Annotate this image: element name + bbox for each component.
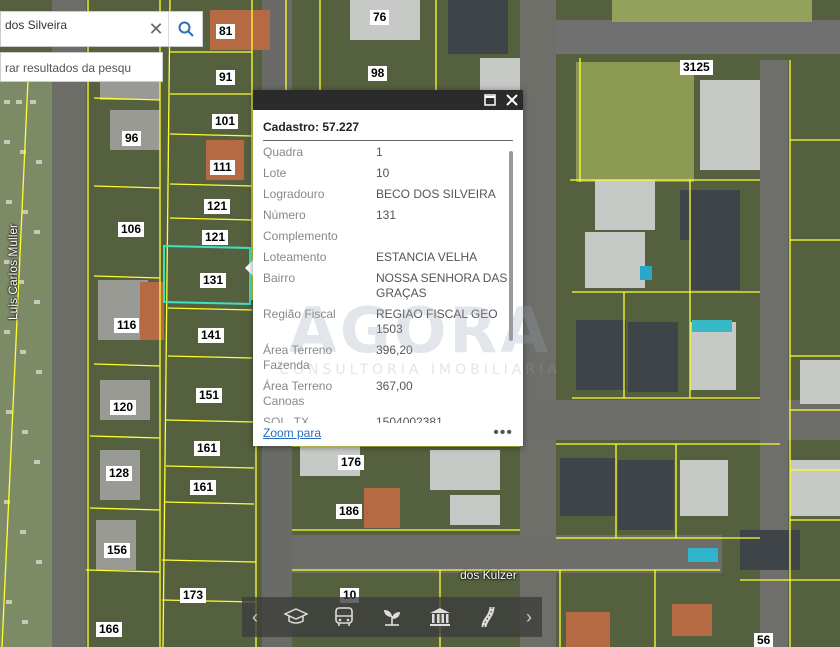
attribute-key: Número [263, 208, 306, 222]
zoom-to-link[interactable]: Zoom para [263, 426, 321, 440]
lot-label: 56 [754, 633, 774, 647]
road-icon[interactable] [474, 603, 502, 631]
more-options-icon[interactable]: ••• [493, 424, 513, 442]
attribute-value: REGIAO FISCAL GEO 1503 [376, 307, 498, 336]
attribute-key: Quadra [263, 145, 304, 159]
lot-label: 186 [336, 504, 363, 519]
lot-label: 161 [194, 441, 221, 456]
attribute-value: ESTANCIA VELHA [376, 250, 478, 264]
attribute-row: Lote 10 [263, 166, 513, 181]
plant-icon[interactable] [378, 603, 406, 631]
attribute-value: 131 [376, 208, 397, 222]
maximize-icon[interactable] [483, 93, 497, 107]
search-icon [178, 21, 194, 37]
lot-label: 156 [104, 543, 131, 558]
lot-label: 3125 [680, 60, 713, 75]
layer-toolbar: ‹ › [242, 597, 542, 637]
scrollbar-thumb[interactable] [509, 151, 513, 341]
search-input[interactable]: dos Silveira [1, 18, 144, 32]
attribute-key: Complemento [263, 229, 338, 243]
attribute-row: Área Terreno Canoas 367,00 [263, 379, 513, 409]
popup-footer: Zoom para ••• [263, 424, 513, 442]
lot-label: 121 [202, 230, 229, 245]
lot-label: 141 [198, 328, 225, 343]
toolbar-next-arrow[interactable]: › [522, 607, 536, 628]
attribute-value [376, 229, 513, 244]
attribute-value: 10 [376, 166, 390, 180]
lot-label: 131 [200, 273, 227, 288]
lot-label: 120 [110, 400, 137, 415]
search-box: dos Silveira ✕ [0, 11, 203, 47]
museum-icon[interactable] [426, 603, 454, 631]
lot-label: 116 [114, 318, 140, 333]
attribute-key: Lote [263, 166, 287, 180]
lot-label: 111 [210, 160, 235, 175]
street-label: dos Kulzer [460, 568, 517, 582]
toolbar-prev-arrow[interactable]: ‹ [248, 607, 262, 628]
attribute-row: Bairro NOSSA SENHORA DAS GRAÇAS [263, 271, 513, 301]
attribute-key: Logradouro [263, 187, 325, 201]
attribute-key: Bairro [263, 271, 296, 285]
attribute-row: Loteamento ESTANCIA VELHA [263, 250, 513, 265]
search-suggestion[interactable]: rar resultados da pesqu [0, 52, 163, 82]
lot-label: 128 [106, 466, 133, 481]
lot-label: 76 [370, 10, 390, 25]
popup-attributes: Quadra 1 Lote 10 Logradouro BECO DOS SILVEI… [263, 145, 513, 423]
attribute-row: Quadra 1 [263, 145, 513, 160]
attribute-value: BECO DOS SILVEIRA [376, 187, 496, 201]
lot-label: 151 [196, 388, 223, 403]
graduation-cap-icon[interactable] [282, 603, 310, 631]
lot-label: 98 [368, 66, 388, 81]
popup-title: Cadastro: 57.227 [263, 120, 513, 141]
lot-label: 106 [118, 222, 145, 237]
lot-label: 81 [216, 24, 236, 39]
attribute-key: Loteamento [263, 250, 327, 264]
street-label: Luis Carlos Muller [6, 223, 20, 320]
lot-label: 91 [216, 70, 236, 85]
bus-icon[interactable] [330, 603, 358, 631]
popup-scrollbar[interactable] [508, 145, 513, 423]
info-popup: Cadastro: 57.227 Quadra 1 Lote 10 Logradou… [253, 90, 523, 446]
lot-label: 101 [212, 114, 239, 129]
lot-label: 121 [204, 199, 231, 214]
attribute-row: SQL_TX 1504002381 [263, 415, 513, 423]
close-icon[interactable] [505, 93, 519, 107]
attribute-row: Número 131 [263, 208, 513, 223]
close-icon[interactable]: ✕ [144, 19, 168, 40]
attribute-key: Região Fiscal [263, 307, 336, 321]
attribute-value: 1504002381 [376, 415, 443, 423]
lot-label: 161 [190, 480, 217, 495]
attribute-value: 396,20 [376, 343, 413, 357]
attribute-key: Área Terreno Fazenda [263, 343, 333, 372]
lot-label: 166 [96, 622, 123, 637]
attribute-row: Região Fiscal REGIAO FISCAL GEO 1503 [263, 307, 513, 337]
lot-label: 173 [180, 588, 207, 603]
lot-label: 96 [122, 131, 142, 146]
attribute-value: 1 [376, 145, 383, 159]
popup-header [253, 90, 523, 110]
attribute-key: SQL_TX [263, 415, 310, 423]
attribute-key: Área Terreno Canoas [263, 379, 333, 408]
lot-label: 176 [338, 455, 365, 470]
attribute-row: Logradouro BECO DOS SILVEIRA [263, 187, 513, 202]
attribute-row: Área Terreno Fazenda 396,20 [263, 343, 513, 373]
attribute-row: Complemento [263, 229, 513, 244]
attribute-value: 367,00 [376, 379, 413, 393]
attribute-value: NOSSA SENHORA DAS GRAÇAS [376, 271, 508, 300]
search-button[interactable] [168, 12, 202, 46]
